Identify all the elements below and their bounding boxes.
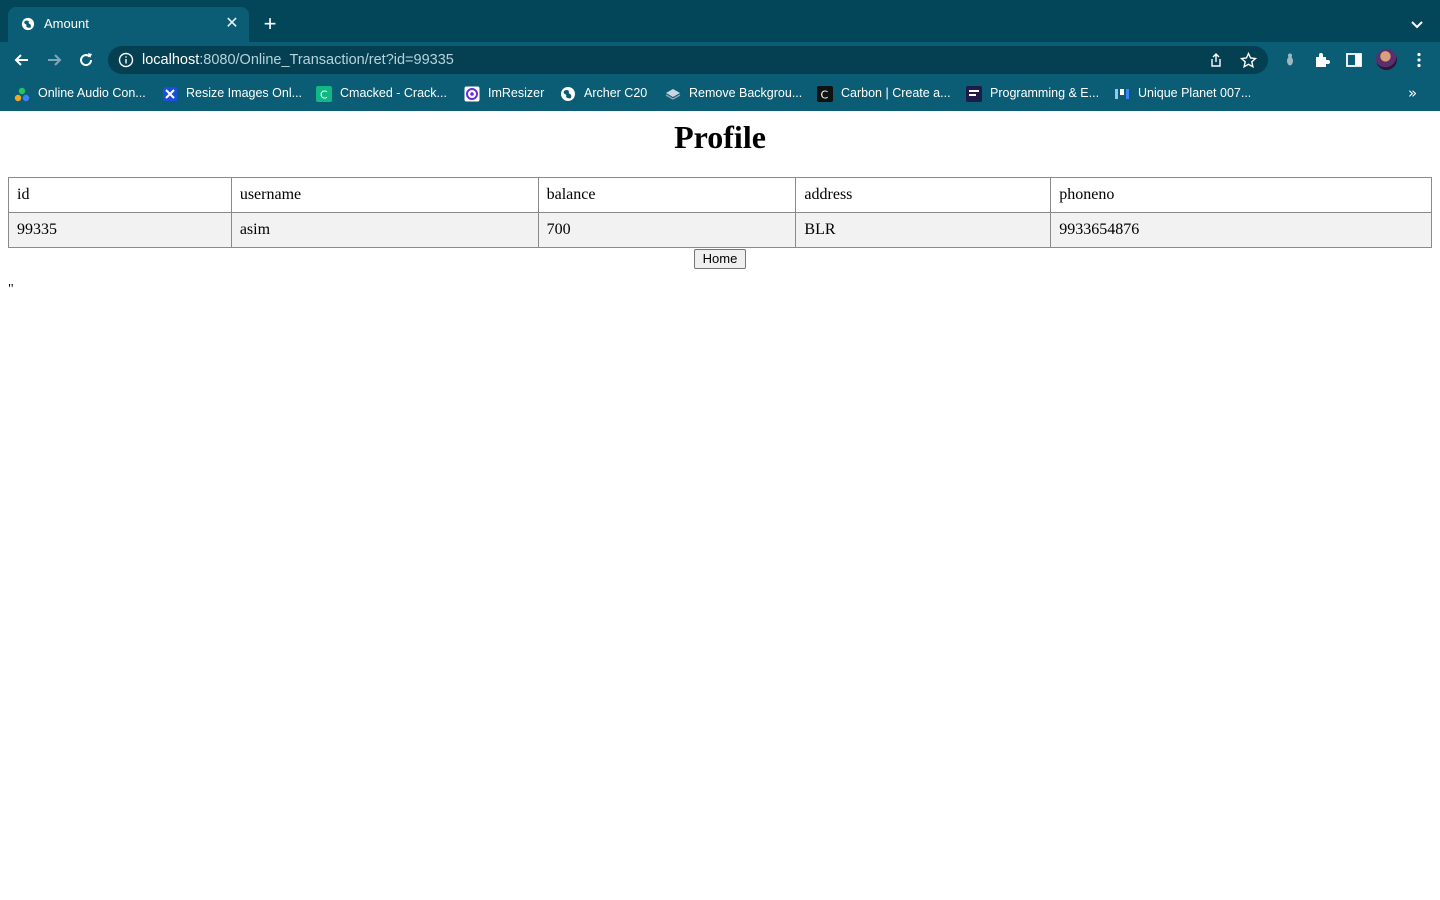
cell-username: asim [230, 212, 539, 248]
stray-text: " [8, 282, 14, 297]
column-header-address: address [795, 177, 1052, 213]
url-path: :8080/Online_Transaction/ret?id=99335 [199, 52, 454, 68]
audio-converter-icon [14, 87, 30, 102]
close-icon[interactable]: ✕ [224, 16, 240, 32]
url-host: localhost [142, 52, 200, 68]
browser-tabstrip: Amount ✕ + [0, 0, 1440, 42]
c-letter-icon: C [316, 86, 332, 102]
cell-balance: 700 [537, 212, 797, 248]
extension-icon[interactable] [1281, 51, 1299, 69]
chevron-down-icon[interactable] [1408, 15, 1426, 33]
programming-icon [966, 86, 982, 102]
svg-text:C: C [821, 89, 829, 102]
cell-id: 99335 [8, 212, 232, 248]
layers-icon [665, 89, 681, 100]
browser-tab-active[interactable]: Amount ✕ [8, 7, 249, 42]
table-header-row: id username balance address phoneno [8, 177, 1432, 213]
more-vert-icon[interactable] [1410, 51, 1428, 69]
star-icon[interactable] [1240, 52, 1257, 69]
reload-icon[interactable] [76, 50, 96, 70]
home-button[interactable]: Home [694, 249, 746, 269]
page-title: Profile [674, 119, 766, 155]
back-arrow-icon[interactable] [12, 50, 32, 70]
svg-text:C: C [320, 89, 328, 102]
globe-icon [21, 17, 35, 31]
column-header-id: id [8, 177, 232, 213]
new-tab-button[interactable]: + [260, 13, 280, 35]
browser-toolbar: localhost:8080/Online_Transaction/ret?id… [0, 42, 1440, 78]
forward-arrow-icon[interactable] [44, 50, 64, 70]
share-icon[interactable] [1208, 52, 1224, 68]
bookmarks-bar: Online Audio Con... Resize Images Onl...… [0, 78, 1440, 111]
info-icon[interactable] [118, 52, 134, 68]
globe-icon [561, 87, 575, 101]
carbon-icon: C [817, 86, 833, 102]
table-row: 99335 asim 700 BLR 9933654876 [8, 212, 1432, 248]
imresizer-icon [464, 86, 480, 102]
column-header-balance: balance [537, 177, 797, 213]
unique-planet-icon [1115, 89, 1129, 99]
resize-images-icon [163, 87, 177, 101]
column-header-phoneno: phoneno [1050, 177, 1432, 213]
cell-phoneno: 9933654876 [1050, 212, 1432, 248]
page-content: Profile id username balance address phon… [0, 111, 1440, 900]
url-text: localhost:8080/Online_Transaction/ret?id… [142, 52, 454, 68]
column-header-username: username [230, 177, 539, 213]
profile-table: id username balance address phoneno 9933… [8, 177, 1432, 248]
puzzle-icon[interactable] [1313, 51, 1331, 69]
bookmarks-overflow-button[interactable]: » [1408, 84, 1417, 102]
side-panel-icon[interactable] [1345, 51, 1363, 69]
profile-avatar[interactable] [1376, 49, 1397, 70]
address-bar[interactable]: localhost:8080/Online_Transaction/ret?id… [108, 46, 1268, 74]
cell-address: BLR [795, 212, 1052, 248]
tab-title: Amount [44, 16, 89, 31]
